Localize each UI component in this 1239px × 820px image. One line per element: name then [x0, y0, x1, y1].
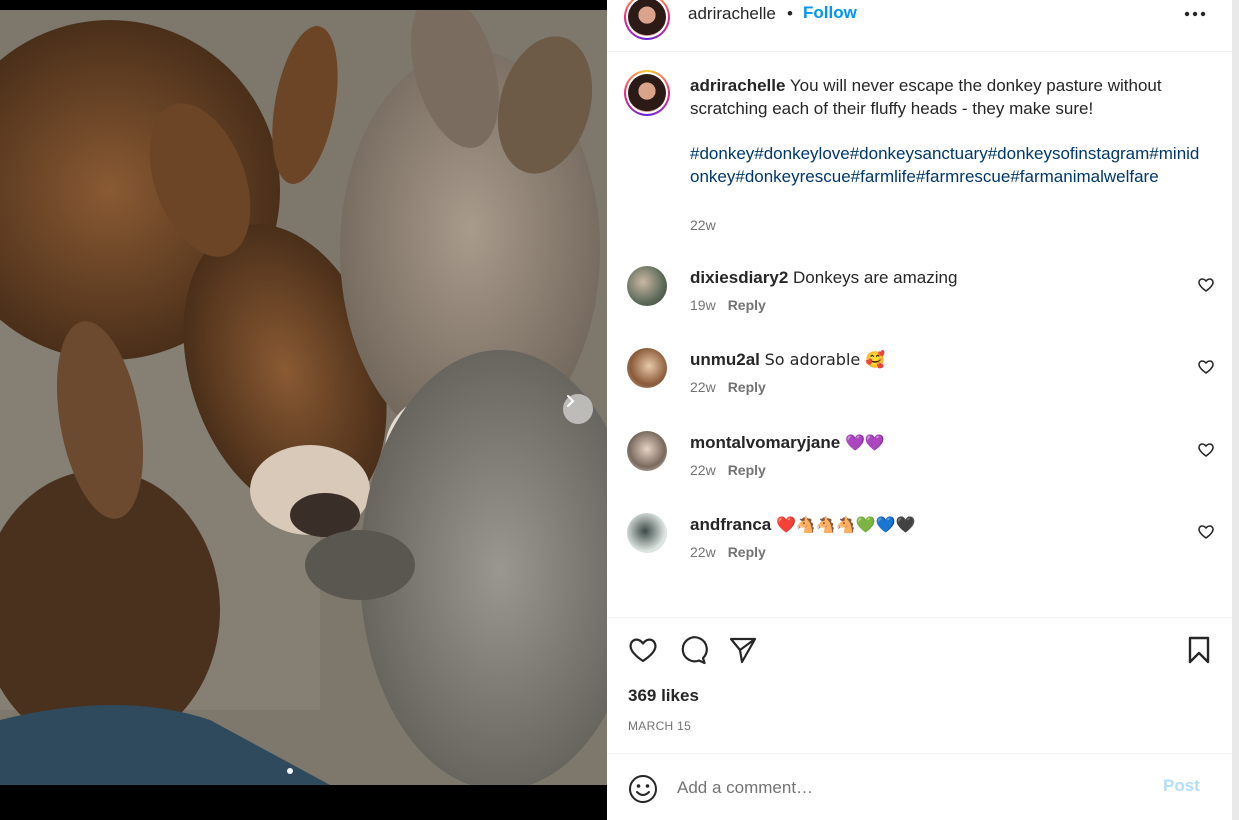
- likes-count[interactable]: 369 likes: [628, 686, 699, 706]
- comment-input[interactable]: [677, 774, 1147, 802]
- comment-time: 22w: [690, 544, 716, 560]
- donkey-photo: [0, 10, 607, 785]
- comment-time: 22w: [690, 379, 716, 395]
- scrollbar[interactable]: [1232, 0, 1239, 820]
- comment-item: unmu2al So adorable 🥰 22w Reply: [607, 348, 1232, 408]
- caption-avatar[interactable]: [624, 70, 670, 116]
- caption-hashtags[interactable]: #donkey#donkeylove#donkeysanctuary#donke…: [690, 142, 1200, 188]
- comment-icon[interactable]: [677, 634, 709, 666]
- carousel-dot: [287, 768, 293, 774]
- bookmark-icon[interactable]: [1183, 634, 1215, 666]
- caption-time: 22w: [690, 217, 716, 233]
- heart-icon[interactable]: [627, 634, 659, 666]
- reply-button[interactable]: Reply: [728, 297, 766, 313]
- post-modal: adrirachelle • Follow adrirachelle You w…: [0, 0, 1239, 820]
- comment-item: montalvomaryjane 💜💜 22w Reply: [607, 431, 1232, 491]
- comment-item: andfranca ❤️🐴🐴🐴💚💙🖤 22w Reply: [607, 513, 1232, 573]
- post-header: adrirachelle • Follow: [607, 0, 1232, 52]
- comment-heart-icon[interactable]: [1197, 523, 1215, 541]
- more-horizontal-icon[interactable]: [1181, 4, 1211, 24]
- post-image[interactable]: [0, 10, 607, 785]
- commenter-username[interactable]: montalvomaryjane: [690, 433, 840, 452]
- comment-heart-icon[interactable]: [1197, 276, 1215, 294]
- comment-text: Donkeys are amazing: [793, 268, 958, 287]
- commenter-username[interactable]: dixiesdiary2: [690, 268, 788, 287]
- caption-username[interactable]: adrirachelle: [690, 76, 785, 95]
- reply-button[interactable]: Reply: [728, 462, 766, 478]
- comment-time: 22w: [690, 462, 716, 478]
- comment-item: dixiesdiary2 Donkeys are amazing 19w Repl…: [607, 266, 1232, 326]
- comment-text: ❤️🐴🐴🐴💚💙🖤: [775, 515, 916, 534]
- reply-button[interactable]: Reply: [728, 379, 766, 395]
- chevron-right-icon: [567, 395, 575, 407]
- author-username[interactable]: adrirachelle: [688, 4, 776, 24]
- author-avatar[interactable]: [624, 0, 670, 40]
- post-button[interactable]: Post: [1163, 776, 1200, 796]
- comment-text: 💜💜: [844, 433, 885, 452]
- add-comment-bar: Post: [607, 753, 1232, 820]
- comment-heart-icon[interactable]: [1197, 441, 1215, 459]
- actions-divider: [607, 617, 1232, 618]
- separator-dot: •: [787, 4, 793, 23]
- follow-button[interactable]: Follow: [803, 3, 857, 23]
- commenter-avatar[interactable]: [627, 348, 667, 388]
- commenter-avatar[interactable]: [627, 431, 667, 471]
- carousel-next-button[interactable]: [563, 394, 593, 424]
- send-icon[interactable]: [727, 634, 759, 666]
- reply-button[interactable]: Reply: [728, 544, 766, 560]
- comment-time: 19w: [690, 297, 716, 313]
- comment-text: So adorable 🥰: [764, 350, 886, 369]
- commenter-avatar[interactable]: [627, 513, 667, 553]
- post-details-panel: adrirachelle • Follow adrirachelle You w…: [607, 0, 1232, 820]
- post-date: MARCH 15: [628, 719, 692, 733]
- caption: adrirachelle You will never escape the d…: [690, 74, 1200, 120]
- smiley-icon[interactable]: [627, 773, 659, 805]
- commenter-username[interactable]: unmu2al: [690, 350, 760, 369]
- commenter-username[interactable]: andfranca: [690, 515, 771, 534]
- comment-heart-icon[interactable]: [1197, 358, 1215, 376]
- carousel-indicator: [287, 768, 293, 774]
- commenter-avatar[interactable]: [627, 266, 667, 306]
